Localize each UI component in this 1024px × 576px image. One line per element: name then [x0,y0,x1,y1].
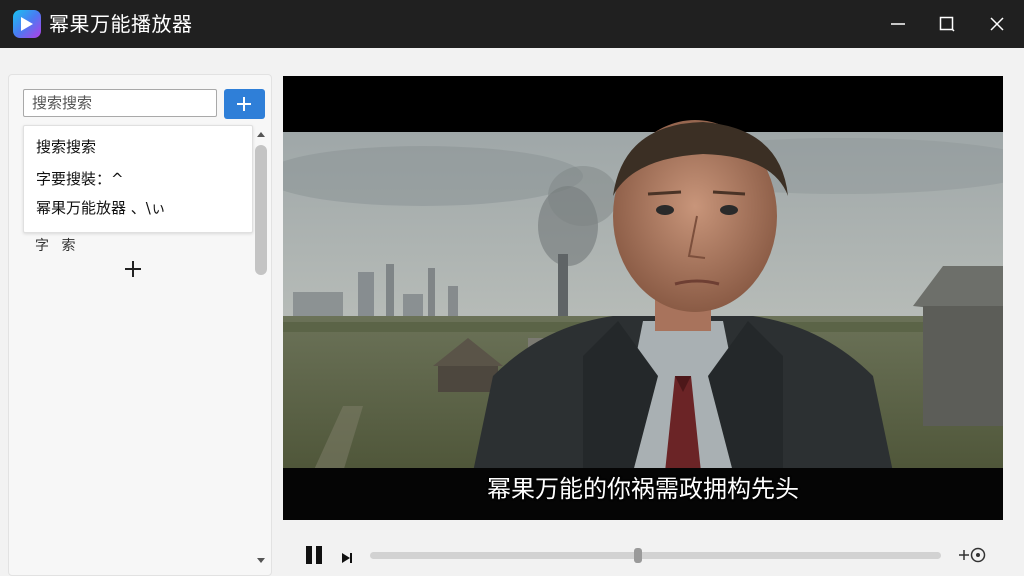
maximize-button[interactable] [922,0,972,48]
window-title: 幂果万能播放器 [49,12,193,36]
next-button[interactable] [341,549,353,563]
video-viewport[interactable]: 幂果万能的你祸需政拥构先头 [283,76,1003,520]
pause-button[interactable] [305,546,323,564]
video-frame [283,76,1003,520]
close-button[interactable] [972,0,1022,48]
playlist-sidebar: 搜索搜索 字要搜裝：^ 幂果万能放器 、\ぃ 字 索 [8,74,272,576]
scroll-down-icon[interactable] [256,555,266,565]
pause-icon [306,546,322,564]
add-item-button[interactable] [123,259,145,281]
app-window: 幂果万能播放器 搜索搜索 字要搜裝：^ 幂果万能放器 、\ぃ 字 索 [0,0,1024,576]
section-label: 字 索 [35,238,80,254]
scroll-thumb[interactable] [255,145,267,275]
skip-icon [342,553,352,563]
volume-icon [959,547,986,563]
suggestion-item[interactable]: 字要搜裝：^ [36,168,124,190]
volume-button[interactable] [957,545,987,565]
scroll-up-icon[interactable] [256,130,266,140]
minimize-button[interactable] [873,0,923,48]
plus-icon [237,97,251,111]
seek-thumb[interactable] [634,548,643,563]
app-logo-icon [13,10,41,38]
seek-bar[interactable] [370,548,941,563]
subtitle-text: 幂果万能的你祸需政拥构先头 [487,475,799,503]
add-button[interactable] [224,89,265,119]
search-suggestions-dropdown: 搜索搜索 字要搜裝：^ 幂果万能放器 、\ぃ [23,125,253,233]
suggestion-item[interactable]: 搜索搜索 [36,136,96,158]
close-icon [990,17,1004,31]
player-controls [283,530,1003,576]
search-input[interactable] [23,89,217,117]
maximize-icon [939,16,955,32]
plus-icon [125,261,141,277]
suggestion-item[interactable]: 幂果万能放器 、\ぃ [36,197,166,219]
title-bar: 幂果万能播放器 [0,0,1024,48]
sidebar-scrollbar[interactable] [253,125,269,571]
minimize-icon [891,23,905,25]
